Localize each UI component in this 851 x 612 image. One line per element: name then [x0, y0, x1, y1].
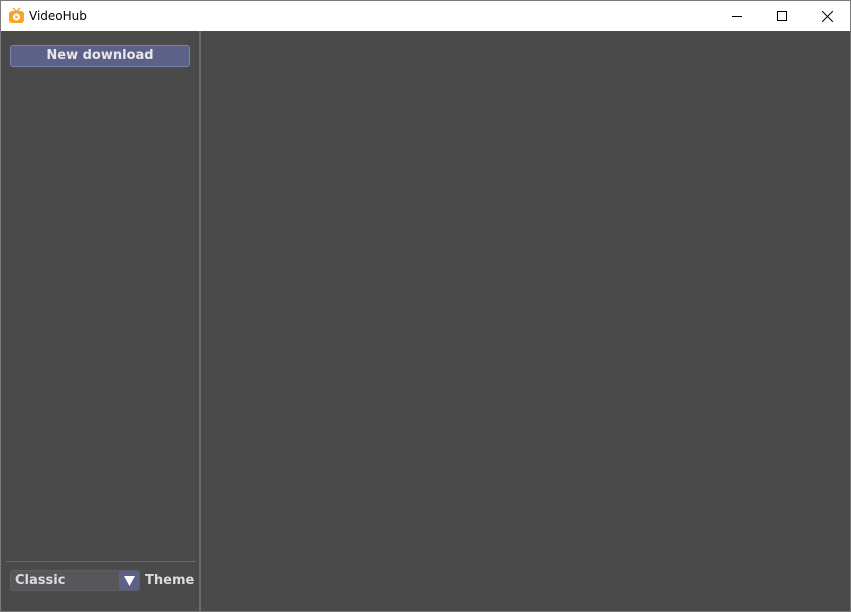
chevron-down-icon	[123, 575, 135, 586]
theme-dropdown-button[interactable]	[119, 571, 139, 590]
sidebar-divider	[6, 561, 196, 562]
app-window: VideoHub New download Classic Theme	[0, 0, 851, 612]
theme-select-value: Classic	[15, 573, 66, 588]
theme-label: Theme	[145, 573, 195, 588]
title-bar[interactable]: VideoHub	[1, 1, 850, 31]
tv-play-icon	[9, 7, 24, 23]
maximize-button[interactable]	[759, 1, 805, 31]
minimize-icon	[732, 16, 742, 17]
close-icon	[821, 10, 833, 22]
main-content-area	[201, 31, 850, 611]
new-download-button[interactable]: New download	[10, 45, 190, 67]
sidebar: New download Classic Theme	[1, 31, 199, 611]
theme-select[interactable]: Classic	[10, 570, 140, 591]
close-button[interactable]	[804, 1, 850, 31]
window-title: VideoHub	[29, 9, 87, 23]
maximize-icon	[777, 11, 787, 21]
minimize-button[interactable]	[714, 1, 760, 31]
client-area: New download Classic Theme	[1, 31, 850, 611]
